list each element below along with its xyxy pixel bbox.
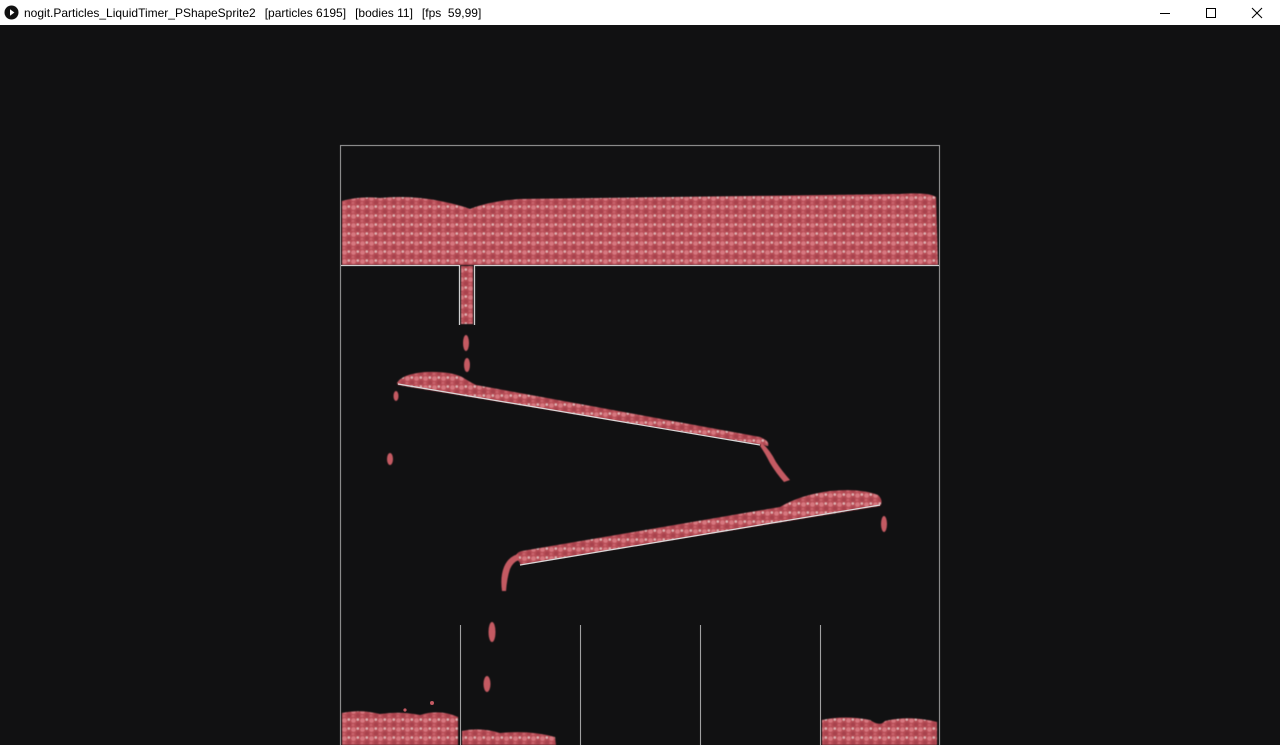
- bodies-count: [bodies 11]: [355, 5, 413, 20]
- title-bar[interactable]: nogit.Particles_LiquidTimer_PShapeSprite…: [0, 0, 1280, 25]
- sketch-name: nogit.Particles_LiquidTimer_PShapeSprite…: [24, 5, 256, 20]
- upper-ramp-liquid: [397, 371, 769, 446]
- reservoir-floor: [341, 264, 939, 325]
- minimize-button[interactable]: [1142, 0, 1188, 25]
- funnel-drip: [463, 335, 470, 372]
- particles-count: [particles 6195]: [264, 5, 347, 20]
- lower-ramp: [519, 504, 881, 566]
- maximize-icon: [1206, 7, 1216, 18]
- reservoir-liquid: [342, 193, 938, 265]
- window-title: nogit.Particles_LiquidTimer_PShapeSprite…: [24, 6, 481, 20]
- close-icon: [1251, 7, 1263, 18]
- close-button[interactable]: [1234, 0, 1280, 25]
- window-controls: [1142, 0, 1280, 25]
- upper-ramp: [397, 383, 761, 446]
- bin-liquid: [342, 711, 937, 745]
- app-window: nogit.Particles_LiquidTimer_PShapeSprite…: [0, 0, 1280, 745]
- simulation-canvas[interactable]: [0, 25, 1280, 745]
- bin-splash-drops: [403, 701, 434, 712]
- lower-ramp-drips: [483, 516, 887, 692]
- minimize-icon: [1160, 12, 1170, 14]
- processing-app-icon: [3, 5, 19, 21]
- lower-ramp-liquid: [516, 490, 882, 565]
- funnel-stream: [461, 266, 473, 324]
- fps-readout: [fps 59,99]: [421, 5, 482, 20]
- bin-dividers: [459, 625, 822, 745]
- maximize-button[interactable]: [1188, 0, 1234, 25]
